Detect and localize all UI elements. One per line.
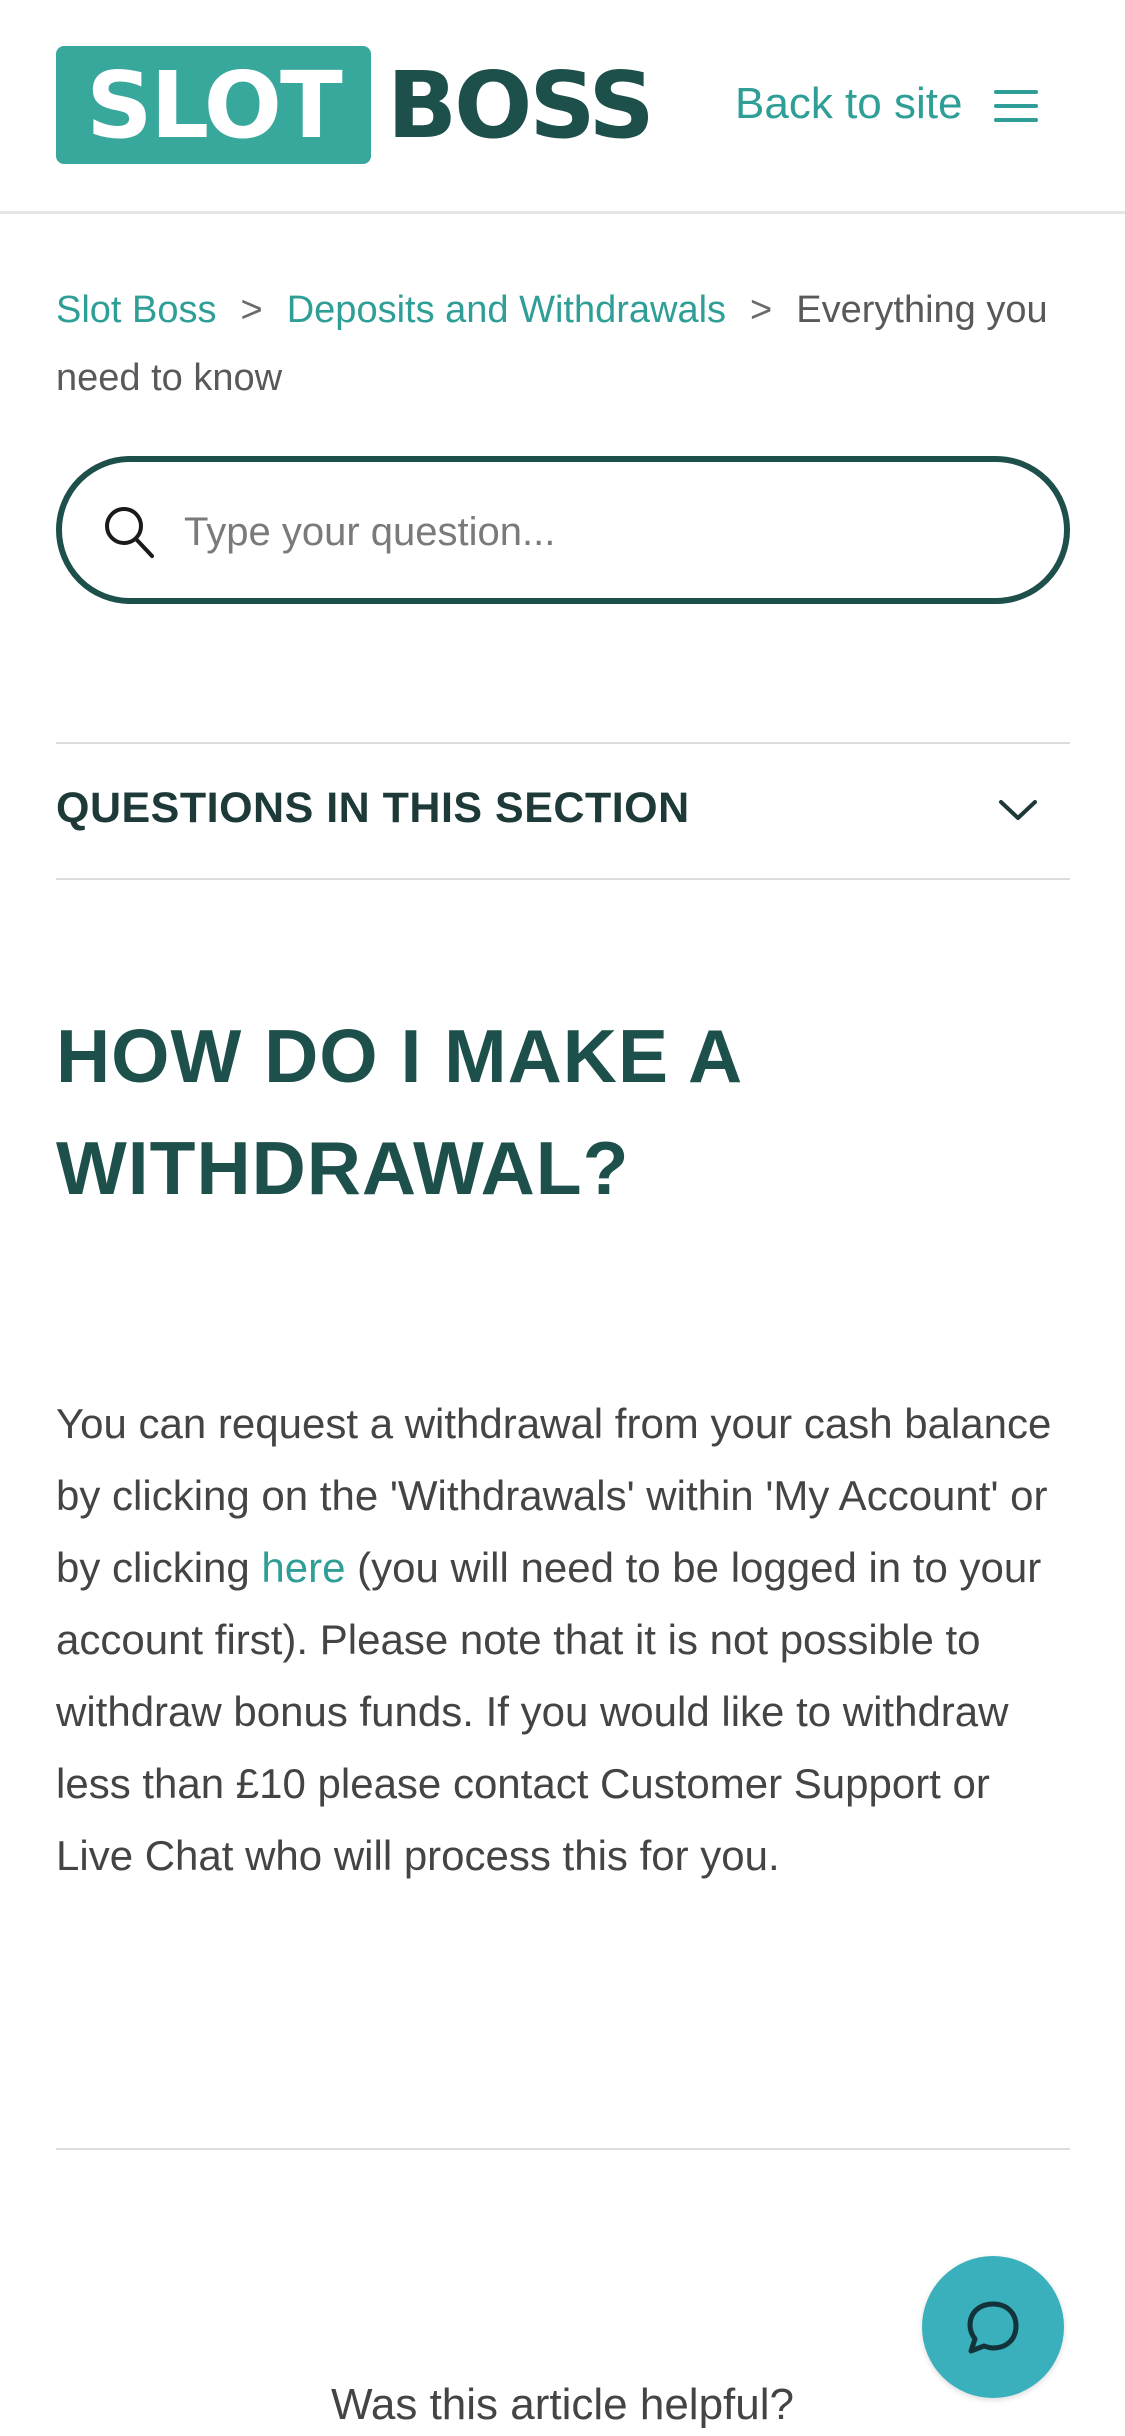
breadcrumb: Slot Boss > Deposits and Withdrawals > Every… [56,276,1076,412]
slot-boss-logo[interactable]: SLOT BOSS [56,46,655,164]
logo-slot-text: SLOT [56,46,371,164]
article-title: HOW DO I MAKE A WITHDRAWAL? [56,1014,741,1210]
breadcrumb-separator: > [750,289,773,331]
logo-boss-text: BOSS [387,51,655,159]
hamburger-menu-icon[interactable] [994,88,1038,124]
search-box[interactable] [56,456,1070,604]
breadcrumb-item-home[interactable]: Slot Boss [56,289,217,331]
back-to-site-link[interactable]: Back to site [735,78,962,130]
chevron-down-icon [999,800,1037,820]
search-input[interactable] [184,492,1044,572]
divider [56,2148,1070,2150]
chat-bubble-icon [967,2301,1019,2354]
site-header: SLOT BOSS Back to site [0,0,1125,214]
chat-button[interactable] [922,2256,1064,2398]
breadcrumb-item-deposits[interactable]: Deposits and Withdrawals [287,289,726,331]
section-title: QUESTIONS IN THIS SECTION [56,784,690,832]
questions-section-toggle[interactable]: QUESTIONS IN THIS SECTION [56,742,1070,880]
article-text: (you will need to be logged in to your a… [56,1544,1042,1879]
withdrawal-here-link[interactable]: here [261,1544,345,1591]
article-body: You can request a withdrawal from your c… [56,1388,1076,1892]
breadcrumb-separator: > [240,289,263,331]
search-icon [105,507,154,558]
